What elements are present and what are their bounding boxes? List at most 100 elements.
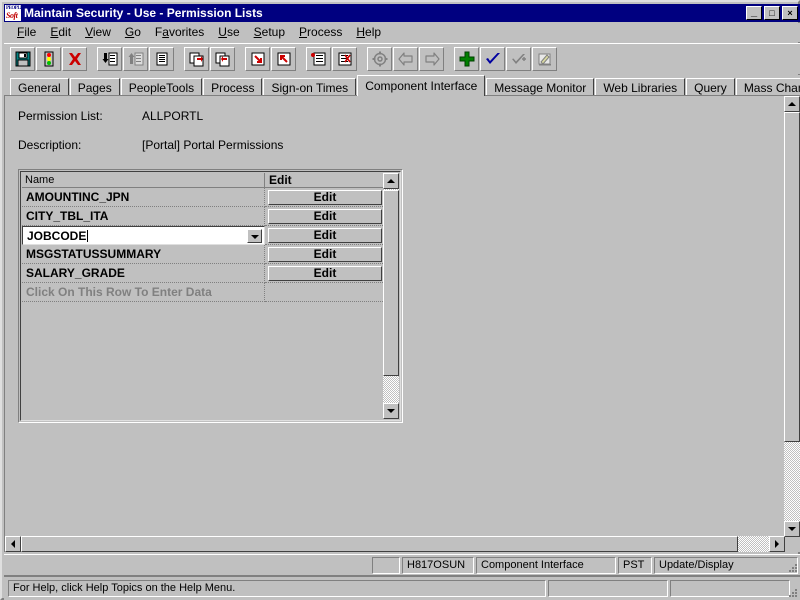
maximize-button[interactable]: □ — [764, 6, 780, 20]
grid-row[interactable]: JOBCODE Edit — [22, 226, 385, 245]
grid-edit-button[interactable]: Edit — [268, 247, 382, 262]
grid-edit-cell: Edit — [265, 283, 385, 302]
menu-favorites[interactable]: Favorites — [148, 23, 211, 41]
help-status-bar: For Help, click Help Topics on the Help … — [4, 575, 800, 600]
close-button[interactable]: × — [782, 6, 798, 20]
page-vscroll-thumb[interactable] — [784, 112, 800, 442]
grid-new-row[interactable]: Click On This Row To Enter DataEdit — [22, 283, 385, 302]
page-hscroll-thumb[interactable] — [21, 536, 738, 552]
grid-edit-button[interactable]: Edit — [268, 190, 382, 205]
resize-grip-icon — [786, 561, 798, 573]
toolbar-paste-button[interactable] — [210, 47, 235, 71]
page-scroll-up-button[interactable] — [784, 96, 800, 112]
update-all-icon — [511, 51, 527, 67]
grid-edit-button[interactable]: Edit — [268, 209, 382, 224]
grid-name-cell[interactable]: CITY_TBL_ITA — [22, 207, 265, 226]
tab-web-libraries[interactable]: Web Libraries — [595, 78, 685, 96]
page-vertical-scrollbar[interactable] — [784, 96, 800, 537]
grid-name-cell[interactable]: AMOUNTINC_JPN — [22, 188, 265, 207]
grid-scroll-up-button[interactable] — [383, 173, 399, 189]
menu-file[interactable]: File — [10, 23, 43, 41]
status-timezone: PST — [618, 557, 652, 574]
toolbar-save-button[interactable] — [10, 47, 35, 71]
grid-scroll-down-button[interactable] — [383, 403, 399, 419]
menu-edit[interactable]: Edit — [43, 23, 78, 41]
toolbar-copy-button[interactable] — [184, 47, 209, 71]
menu-setup[interactable]: Setup — [247, 23, 292, 41]
page-horizontal-scrollbar[interactable] — [5, 536, 785, 552]
toolbar-traffic-light-button[interactable] — [36, 47, 61, 71]
grid-row[interactable]: AMOUNTINC_JPN Edit — [22, 188, 385, 207]
status-extra-pane-1 — [548, 580, 668, 597]
tab-component-interface[interactable]: Component Interface — [357, 75, 485, 96]
description-value: [Portal] Portal Permissions — [142, 138, 283, 152]
tab-pages[interactable]: Pages — [70, 78, 120, 96]
toolbar-add-plus-button[interactable] — [454, 47, 479, 71]
tab-mass-change[interactable]: Mass Change — [736, 78, 800, 96]
traffic-light-icon — [41, 51, 57, 67]
tab-peopletools[interactable]: PeopleTools — [121, 78, 202, 96]
toolbar-insert-row-button[interactable] — [306, 47, 331, 71]
grid-edit-button[interactable]: Edit — [268, 228, 382, 243]
grid-row[interactable]: CITY_TBL_ITAEdit — [22, 207, 385, 226]
toolbar-next-panel-button[interactable] — [245, 47, 270, 71]
tab-general[interactable]: General — [10, 78, 69, 96]
grid-inner: Name Edit AMOUNTINC_JPNEditCITY_TBL_ITAE… — [20, 171, 401, 421]
scroll-up-arrow-icon — [387, 179, 395, 183]
grid-name-dropdown-button[interactable] — [247, 229, 262, 243]
title-bar: PEOPLE Soft Maintain Security - Use - Pe… — [4, 4, 800, 22]
grid-edit-cell: Edit — [265, 188, 385, 207]
menu-go[interactable]: Go — [118, 23, 148, 41]
update-check-icon — [485, 51, 501, 67]
menu-process[interactable]: Process — [292, 23, 349, 41]
status-extra-pane-2 — [670, 580, 790, 597]
tab-label: Process — [211, 81, 254, 95]
toolbar-delete-x-button[interactable] — [62, 47, 87, 71]
application-status-bar: H817OSUN Component Interface PST Update/… — [4, 554, 800, 575]
toolbar-delete-row-button[interactable] — [332, 47, 357, 71]
minimize-button[interactable]: _ — [746, 6, 762, 20]
page-scroll-right-button[interactable] — [769, 536, 785, 552]
grid-name-cell[interactable]: MSGSTATUSSUMMARY — [22, 245, 265, 264]
page-scroll-down-button[interactable] — [784, 521, 800, 537]
tab-query[interactable]: Query — [686, 78, 735, 96]
save-icon — [15, 51, 31, 67]
grid-scroll-thumb[interactable] — [383, 190, 399, 376]
grid-vertical-scrollbar[interactable] — [383, 173, 399, 419]
tab-sign-on-times[interactable]: Sign-on Times — [263, 78, 356, 96]
grid-row[interactable]: MSGSTATUSSUMMARYEdit — [22, 245, 385, 264]
window-title: Maintain Security - Use - Permission Lis… — [24, 6, 746, 20]
toolbar-previous-in-list-button — [123, 47, 148, 71]
toolbar-update-check-button[interactable] — [480, 47, 505, 71]
grid-name-combo-input[interactable]: JOBCODE — [22, 226, 265, 245]
grid-edit-button[interactable]: Edit — [268, 266, 382, 281]
tab-label: Sign-on Times — [271, 81, 348, 95]
menu-help[interactable]: Help — [349, 23, 388, 41]
menu-use[interactable]: Use — [211, 23, 246, 41]
toolbar-previous-panel-button[interactable] — [271, 47, 296, 71]
grid-new-row-prompt[interactable]: Click On This Row To Enter Data — [22, 283, 265, 302]
scroll-down-arrow-icon — [387, 409, 395, 413]
grid-edit-cell: Edit — [265, 245, 385, 264]
status-action-mode: Update/Display — [654, 557, 798, 574]
grid-name-value: JOBCODE — [27, 229, 86, 243]
tab-process[interactable]: Process — [203, 78, 262, 96]
text-caret — [87, 230, 88, 242]
peoplesoft-logo-icon[interactable]: PEOPLE Soft — [5, 5, 21, 21]
grid-name-cell[interactable]: SALARY_GRADE — [22, 264, 265, 283]
grid-name-value: AMOUNTINC_JPN — [26, 190, 129, 204]
grid-column-header-edit[interactable]: Edit — [265, 173, 385, 188]
tab-message-monitor[interactable]: Message Monitor — [486, 78, 594, 96]
tab-label: Pages — [78, 81, 112, 95]
page-scroll-left-button[interactable] — [5, 536, 21, 552]
mdi-client-area: Permission List: ALLPORTL Description: [… — [4, 95, 800, 552]
grid-column-header-name[interactable]: Name — [22, 173, 265, 188]
permission-list-label: Permission List: — [18, 109, 103, 123]
scroll-left-arrow-icon — [11, 540, 15, 548]
status-page-name: Component Interface — [476, 557, 616, 574]
toolbar-list-button[interactable] — [149, 47, 174, 71]
grid-row[interactable]: SALARY_GRADEEdit — [22, 264, 385, 283]
toolbar-next-in-list-button[interactable] — [97, 47, 122, 71]
grid-header-row: Name Edit — [22, 173, 385, 188]
menu-view[interactable]: View — [78, 23, 118, 41]
